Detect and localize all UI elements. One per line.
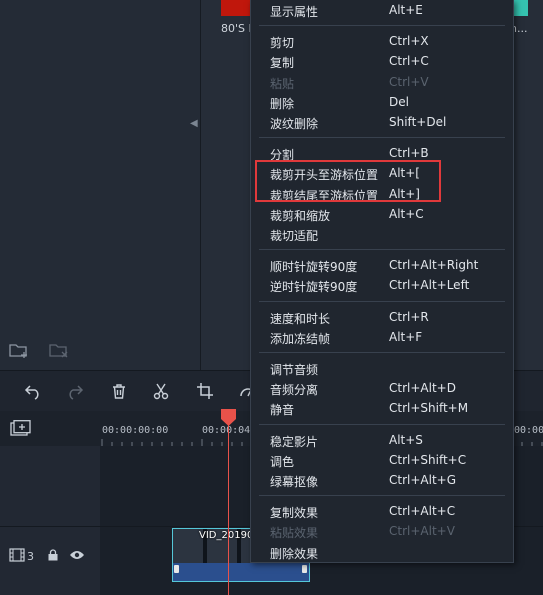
menu-item-shortcut: Alt+C [389, 206, 424, 221]
clip-trim-handle-left[interactable] [174, 565, 179, 573]
menu-item[interactable]: 速度和时长 Ctrl+R [251, 307, 513, 327]
menu-item-label: 顺时针旋转90度 [270, 260, 358, 275]
menu-item-label: 波纹删除 [270, 117, 319, 131]
ruler-time-label: 00:00:00:00 [102, 425, 169, 436]
menu-item-label: 绿幕抠像 [270, 475, 319, 489]
menu-separator [259, 25, 505, 27]
redo-icon[interactable] [63, 379, 87, 403]
menu-item: 粘贴效果 Ctrl+Alt+V [251, 521, 513, 541]
crop-icon[interactable] [193, 379, 217, 403]
menu-item-label: 剪切 [270, 36, 295, 51]
menu-item-label: 裁剪和缩放 [270, 208, 331, 223]
menu-item[interactable]: 音频分离 Ctrl+Alt+D [251, 378, 513, 398]
menu-item[interactable]: 波纹删除 Shift+Del [251, 112, 513, 132]
menu-item-shortcut: Alt+E [389, 3, 423, 17]
menu-item-shortcut: Ctrl+B [389, 146, 429, 161]
menu-item[interactable]: 显示属性 Alt+E [251, 0, 513, 20]
add-track-icon[interactable] [10, 420, 32, 438]
menu-item[interactable]: 裁切适配 [251, 224, 513, 244]
menu-item-label: 裁切适配 [270, 229, 319, 243]
menu-item-label: 显示属性 [270, 5, 319, 19]
menu-item[interactable]: 裁剪和缩放 Alt+C [251, 204, 513, 224]
menu-item-shortcut: Shift+Del [389, 115, 447, 129]
menu-item-label: 音频分离 [270, 383, 319, 398]
menu-item-shortcut: Ctrl+Alt+G [389, 473, 457, 487]
clip-audio-waveform [173, 563, 309, 581]
track-number: 3 [27, 550, 34, 563]
new-folder-icon[interactable] [8, 341, 30, 359]
menu-item-shortcut: Ctrl+Alt+D [389, 381, 456, 396]
menu-item-label: 调节音频 [270, 363, 319, 377]
menu-item-shortcut: Ctrl+Alt+Right [389, 258, 479, 273]
highlight-annotation-box [255, 160, 441, 202]
menu-item-label: 粘贴 [270, 76, 295, 91]
menu-item-label: 稳定影片 [270, 434, 319, 449]
menu-item-label: 逆时针旋转90度 [270, 280, 358, 295]
menu-item-label: 复制 [270, 56, 295, 71]
menu-item-shortcut: Alt+S [389, 432, 423, 447]
menu-separator [259, 352, 505, 353]
menu-item[interactable]: 静音 Ctrl+Shift+M [251, 398, 513, 418]
playhead-handle-icon[interactable] [220, 409, 237, 427]
menu-item-shortcut: Ctrl+Shift+C [389, 452, 467, 467]
eye-icon[interactable] [69, 549, 85, 561]
track-header [0, 446, 100, 527]
lock-icon[interactable] [47, 549, 59, 561]
collapse-panel-icon[interactable]: ◀ [190, 118, 198, 129]
menu-item[interactable]: 调色 Ctrl+Shift+C [251, 450, 513, 470]
menu-item-shortcut: Ctrl+C [389, 54, 429, 69]
trash-icon[interactable] [107, 379, 131, 403]
menu-item-label: 添加冻结帧 [270, 331, 331, 346]
menu-item-label: 速度和时长 [270, 311, 331, 326]
menu-separator [259, 249, 505, 251]
menu-item-shortcut: Ctrl+Alt+V [389, 524, 455, 539]
menu-item-label: 粘贴效果 [270, 526, 319, 541]
menu-separator [259, 300, 505, 302]
menu-item-shortcut: Ctrl+Alt+Left [389, 278, 470, 293]
menu-item[interactable]: 稳定影片 Alt+S [251, 430, 513, 450]
menu-item[interactable]: 复制 Ctrl+C [251, 51, 513, 71]
ruler-time-label: 00:00:16 [514, 425, 543, 436]
menu-item: 粘贴 Ctrl+V [251, 72, 513, 92]
clip-trim-handle-right[interactable] [302, 565, 307, 573]
menu-item[interactable]: 调节音频 [251, 358, 513, 378]
menu-item-shortcut: Ctrl+X [389, 34, 429, 49]
clip-name: VID_20190 [199, 530, 254, 541]
menu-item-shortcut: Ctrl+V [389, 74, 429, 89]
delete-folder-icon[interactable] [48, 341, 70, 359]
context-menu: 显示属性 Alt+E 剪切 Ctrl+X 复制 Ctrl+C 粘贴 Ctrl+V 删除 Del 波纹… [250, 0, 514, 563]
menu-item-label: 删除 [270, 96, 295, 111]
menu-item-label: 复制效果 [270, 506, 319, 521]
playhead-line[interactable] [228, 420, 229, 595]
menu-item-label: 调色 [270, 454, 295, 469]
menu-item[interactable]: 顺时针旋转90度 Ctrl+Alt+Right [251, 255, 513, 275]
menu-item[interactable]: 逆时针旋转90度 Ctrl+Alt+Left [251, 275, 513, 295]
menu-item[interactable]: 复制效果 Ctrl+Alt+C [251, 501, 513, 521]
menu-item-label: 静音 [270, 403, 295, 418]
menu-item-shortcut: Del [389, 94, 409, 109]
menu-separator [259, 495, 505, 497]
menu-item-shortcut: Ctrl+Shift+M [389, 401, 469, 416]
menu-item[interactable]: 删除 Del [251, 92, 513, 112]
menu-item-label: 删除效果 [270, 546, 319, 561]
menu-item-shortcut: Ctrl+Alt+C [389, 504, 456, 519]
undo-icon[interactable] [21, 379, 45, 403]
menu-item[interactable]: 删除效果 [251, 542, 513, 562]
menu-item[interactable]: 剪切 Ctrl+X [251, 31, 513, 51]
menu-separator [259, 137, 505, 139]
menu-item-shortcut: Alt+F [389, 329, 423, 344]
film-track-icon [9, 548, 25, 562]
scissors-icon[interactable] [149, 379, 173, 403]
media-library-panel [0, 0, 201, 370]
menu-item-shortcut: Ctrl+R [389, 309, 429, 324]
menu-item[interactable]: 添加冻结帧 Alt+F [251, 327, 513, 347]
menu-item[interactable]: 绿幕抠像 Ctrl+Alt+G [251, 470, 513, 490]
menu-separator [259, 423, 505, 425]
